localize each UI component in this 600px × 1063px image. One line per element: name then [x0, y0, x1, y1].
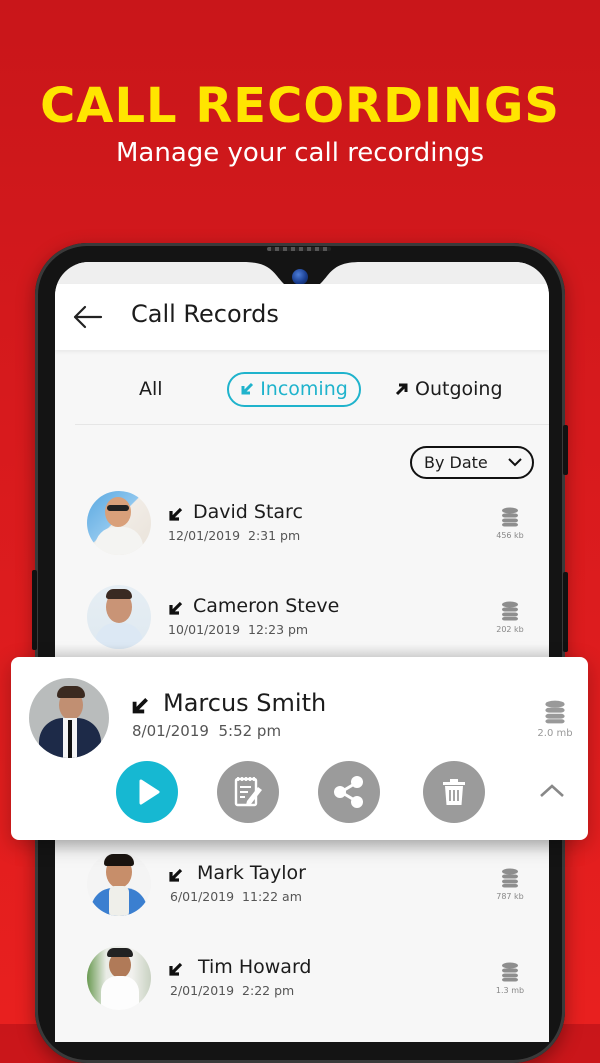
file-size: 787 kb [496, 892, 524, 901]
tab-label: All [139, 378, 163, 400]
storage-icon [502, 507, 518, 527]
play-icon [139, 779, 160, 805]
avatar [87, 585, 151, 649]
phone-side-button [563, 572, 568, 652]
avatar [87, 491, 151, 555]
arrow-down-left-icon [241, 382, 254, 395]
record-datetime: 6/01/2019 11:22 am [170, 889, 302, 904]
file-size: 1.3 mb [495, 986, 525, 995]
front-camera [292, 269, 308, 285]
arrow-left-icon[interactable] [71, 304, 103, 330]
record-row[interactable]: David Starc 12/01/2019 2:31 pm 456 kb [55, 491, 549, 581]
avatar [87, 852, 151, 916]
incoming-call-icon [132, 698, 148, 714]
record-row[interactable]: Mark Taylor 6/01/2019 11:22 am 787 kb [55, 852, 549, 942]
tab-all[interactable]: All [139, 372, 163, 406]
file-size: 456 kb [496, 531, 524, 540]
tab-incoming[interactable]: Incoming [227, 372, 361, 407]
record-row[interactable]: Tim Howard 2/01/2019 2:22 pm 1.3 mb [55, 946, 549, 1036]
hero-subtitle: Manage your call recordings [115, 138, 484, 168]
contact-name: David Starc [193, 501, 303, 523]
file-size: 2.0 mb [537, 728, 573, 739]
trash-icon [443, 779, 465, 805]
share-icon [334, 776, 363, 808]
play-button[interactable] [116, 761, 178, 823]
file-size: 202 kb [496, 625, 524, 634]
storage-icon [545, 700, 565, 724]
contact-name: Tim Howard [198, 956, 312, 978]
storage-icon [502, 962, 518, 982]
sort-dropdown[interactable]: By Date [410, 446, 534, 479]
record-datetime: 2/01/2019 2:22 pm [170, 983, 295, 998]
incoming-call-icon [169, 868, 183, 882]
divider [75, 424, 549, 425]
record-datetime: 8/01/2019 5:52 pm [132, 722, 282, 740]
notes-button[interactable] [217, 761, 279, 823]
delete-button[interactable] [423, 761, 485, 823]
incoming-call-icon [169, 601, 183, 615]
phone-side-button [563, 425, 568, 475]
chevron-up-icon[interactable] [539, 782, 565, 798]
chevron-down-icon [508, 458, 522, 467]
contact-name: Cameron Steve [193, 595, 340, 617]
phone-side-button [32, 570, 37, 650]
storage-icon [502, 868, 518, 888]
filter-tabs: All Incoming Outgoing [55, 372, 549, 416]
app-bar: Call Records [55, 284, 549, 350]
arrow-up-right-icon [395, 383, 408, 396]
record-datetime: 12/01/2019 2:31 pm [168, 528, 301, 543]
incoming-call-icon [169, 962, 183, 976]
phone-screen: Call Records All Incoming Outgoing By Da… [55, 262, 549, 1042]
tab-label: Outgoing [415, 378, 503, 400]
speaker-grille [267, 247, 331, 251]
notepad-edit-icon [234, 777, 262, 807]
shadow [55, 644, 549, 658]
page-title: Call Records [131, 300, 279, 328]
record-datetime: 10/01/2019 12:23 pm [168, 622, 309, 637]
sort-label: By Date [424, 453, 488, 472]
share-button[interactable] [318, 761, 380, 823]
hero-title: CALL RECORDINGS [40, 78, 560, 134]
storage-icon [502, 601, 518, 621]
expanded-record-card[interactable]: Marcus Smith 8/01/2019 5:52 pm 2.0 mb [11, 657, 588, 840]
contact-name: Mark Taylor [197, 862, 306, 884]
contact-name: Marcus Smith [163, 689, 327, 717]
avatar [87, 946, 151, 1010]
tab-outgoing[interactable]: Outgoing [395, 372, 503, 406]
avatar [29, 678, 109, 758]
incoming-call-icon [169, 507, 183, 521]
tab-label: Incoming [260, 378, 348, 400]
